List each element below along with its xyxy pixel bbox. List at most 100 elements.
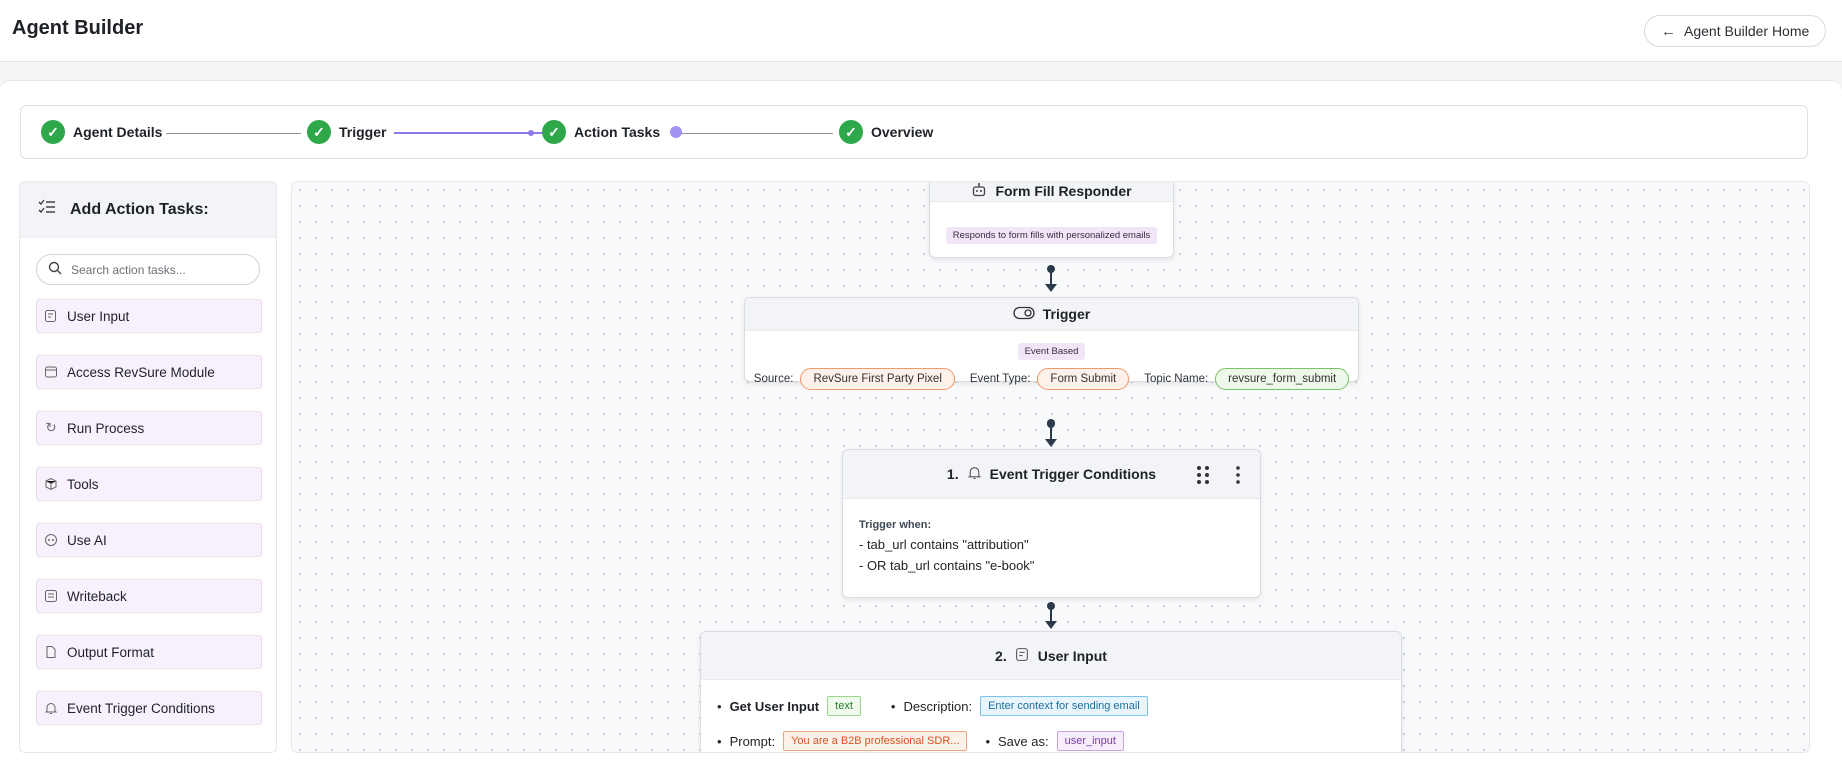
task-label: User Input (67, 308, 130, 324)
agent-node-header: Form Fill Responder (930, 182, 1173, 202)
save-as-label: Save as: (998, 733, 1049, 749)
task-label: Event Trigger Conditions (67, 700, 215, 716)
description-label: Description: (903, 698, 973, 714)
drag-handle-icon[interactable] (1196, 465, 1210, 488)
task-writeback[interactable]: Writeback (36, 579, 262, 613)
connector-arrow (1045, 621, 1057, 629)
bell-icon (967, 465, 982, 483)
task-tools[interactable]: Tools (36, 467, 262, 501)
topic-name-label: Topic Name: (1144, 373, 1209, 385)
step-number: 2. (995, 647, 1007, 664)
condition-line: - tab_url contains "attribution" (859, 537, 1029, 552)
source-badge: RevSure First Party Pixel (800, 368, 955, 390)
event-trigger-conditions-node[interactable]: 1. Event Trigger Conditions Trigger when… (842, 449, 1261, 598)
conditions-body: Trigger when: - tab_url contains "attrib… (843, 499, 1260, 573)
progress-dot (528, 130, 534, 136)
action-tasks-sidebar: Add Action Tasks: Search action tasks...… (19, 181, 277, 753)
source-label: Source: (753, 373, 794, 385)
task-access-revsure-module[interactable]: Access RevSure Module (36, 355, 262, 389)
task-label: Writeback (67, 588, 127, 604)
prompt-tag: You are a B2B professional SDR... (783, 731, 968, 751)
trigger-node[interactable]: Trigger Event Based Source: RevSure Firs… (744, 297, 1359, 390)
event-type-label: Event Type: (969, 373, 1031, 385)
bell-icon (43, 700, 59, 716)
search-input[interactable]: Search action tasks... (36, 254, 260, 285)
step-label: Action Tasks (574, 124, 661, 140)
conditions-node-title: Event Trigger Conditions (989, 466, 1157, 482)
task-label: Output Format (67, 644, 155, 660)
step-overview[interactable]: ✓ Overview (839, 120, 933, 144)
output-format-icon (43, 644, 59, 660)
top-header: Agent Builder ← Agent Builder Home (0, 0, 1842, 62)
trigger-type-row: Event Based (745, 341, 1358, 360)
step-label: Overview (871, 124, 934, 140)
connector-arrow (1045, 439, 1057, 447)
task-user-input[interactable]: User Input (36, 299, 262, 333)
trigger-type-badge: Event Based (1017, 343, 1086, 360)
task-label: Tools (67, 476, 99, 492)
agent-node-title: Form Fill Responder (995, 183, 1132, 199)
writeback-icon (43, 588, 59, 604)
search-icon (48, 261, 62, 278)
user-input-node-title: User Input (1037, 647, 1107, 664)
description-tag: Enter context for sending email (980, 696, 1148, 716)
bullet: • (985, 733, 990, 749)
agent-builder-home-button[interactable]: ← Agent Builder Home (1644, 15, 1827, 47)
step-agent-details[interactable]: ✓ Agent Details (41, 120, 162, 144)
arrow-left-icon: ← (1661, 22, 1676, 40)
check-icon: ✓ (41, 120, 65, 144)
user-input-node[interactable]: 2. User Input • Get User Input text • De… (700, 631, 1402, 752)
bullet: • (890, 698, 896, 714)
check-icon: ✓ (839, 120, 863, 144)
user-input-row-2: • Prompt: You are a B2B professional SDR… (701, 716, 1401, 751)
tools-icon (43, 476, 59, 492)
bullet: • (717, 698, 722, 714)
ai-icon (43, 532, 59, 548)
step-action-tasks[interactable]: ✓ Action Tasks (542, 120, 683, 144)
sidebar-header: Add Action Tasks: (20, 182, 276, 238)
step-connector (681, 133, 833, 134)
step-number: 1. (946, 466, 959, 482)
user-input-row-1: • Get User Input text • Description: Ent… (701, 680, 1401, 716)
step-label: Agent Details (73, 124, 163, 140)
step-label: Trigger (339, 124, 387, 140)
check-icon: ✓ (307, 120, 331, 144)
page-title: Agent Builder (12, 17, 144, 39)
connector-arrow (1045, 284, 1057, 292)
task-event-trigger-conditions[interactable]: Event Trigger Conditions (36, 691, 262, 725)
bullet: • (717, 733, 722, 749)
trigger-node-header: Trigger (745, 298, 1358, 331)
task-list: User Input Access RevSure Module ↻ Run P… (36, 299, 262, 747)
check-icon: ✓ (542, 120, 566, 144)
step-connector-active (394, 132, 549, 134)
trigger-when-label: Trigger when: (859, 519, 932, 531)
event-type-badge: Form Submit (1037, 368, 1130, 390)
module-icon (43, 364, 59, 380)
current-step-indicator (670, 126, 683, 138)
task-output-format[interactable]: Output Format (36, 635, 262, 669)
agent-description: Responds to form fills with personalized… (945, 227, 1158, 244)
agent-node[interactable]: Form Fill Responder Responds to form fil… (929, 182, 1174, 258)
trigger-node-title: Trigger (1042, 306, 1091, 322)
input-type-tag: text (827, 696, 861, 716)
home-button-label: Agent Builder Home (1684, 23, 1810, 39)
task-run-process[interactable]: ↻ Run Process (36, 411, 262, 445)
step-trigger[interactable]: ✓ Trigger (307, 120, 386, 144)
task-use-ai[interactable]: Use AI (36, 523, 262, 557)
checklist-icon (38, 199, 56, 220)
trigger-details-row: Source: RevSure First Party Pixel Event … (745, 368, 1358, 390)
agent-node-body: Responds to form fills with personalized… (930, 202, 1173, 244)
topic-name-badge: revsure_form_submit (1215, 368, 1350, 390)
search-placeholder: Search action tasks... (71, 262, 186, 277)
robot-icon (971, 182, 987, 201)
get-user-input-label: Get User Input (729, 698, 820, 714)
task-label: Access RevSure Module (67, 364, 215, 380)
flow-canvas[interactable]: Form Fill Responder Responds to form fil… (291, 181, 1810, 753)
step-connector (166, 133, 301, 134)
more-options-icon[interactable] (1235, 465, 1241, 488)
save-as-tag: user_input (1056, 731, 1124, 751)
prompt-label: Prompt: (729, 733, 776, 749)
conditions-node-header: 1. Event Trigger Conditions (843, 450, 1260, 499)
toggle-icon (1013, 306, 1035, 323)
refresh-icon: ↻ (45, 420, 57, 435)
